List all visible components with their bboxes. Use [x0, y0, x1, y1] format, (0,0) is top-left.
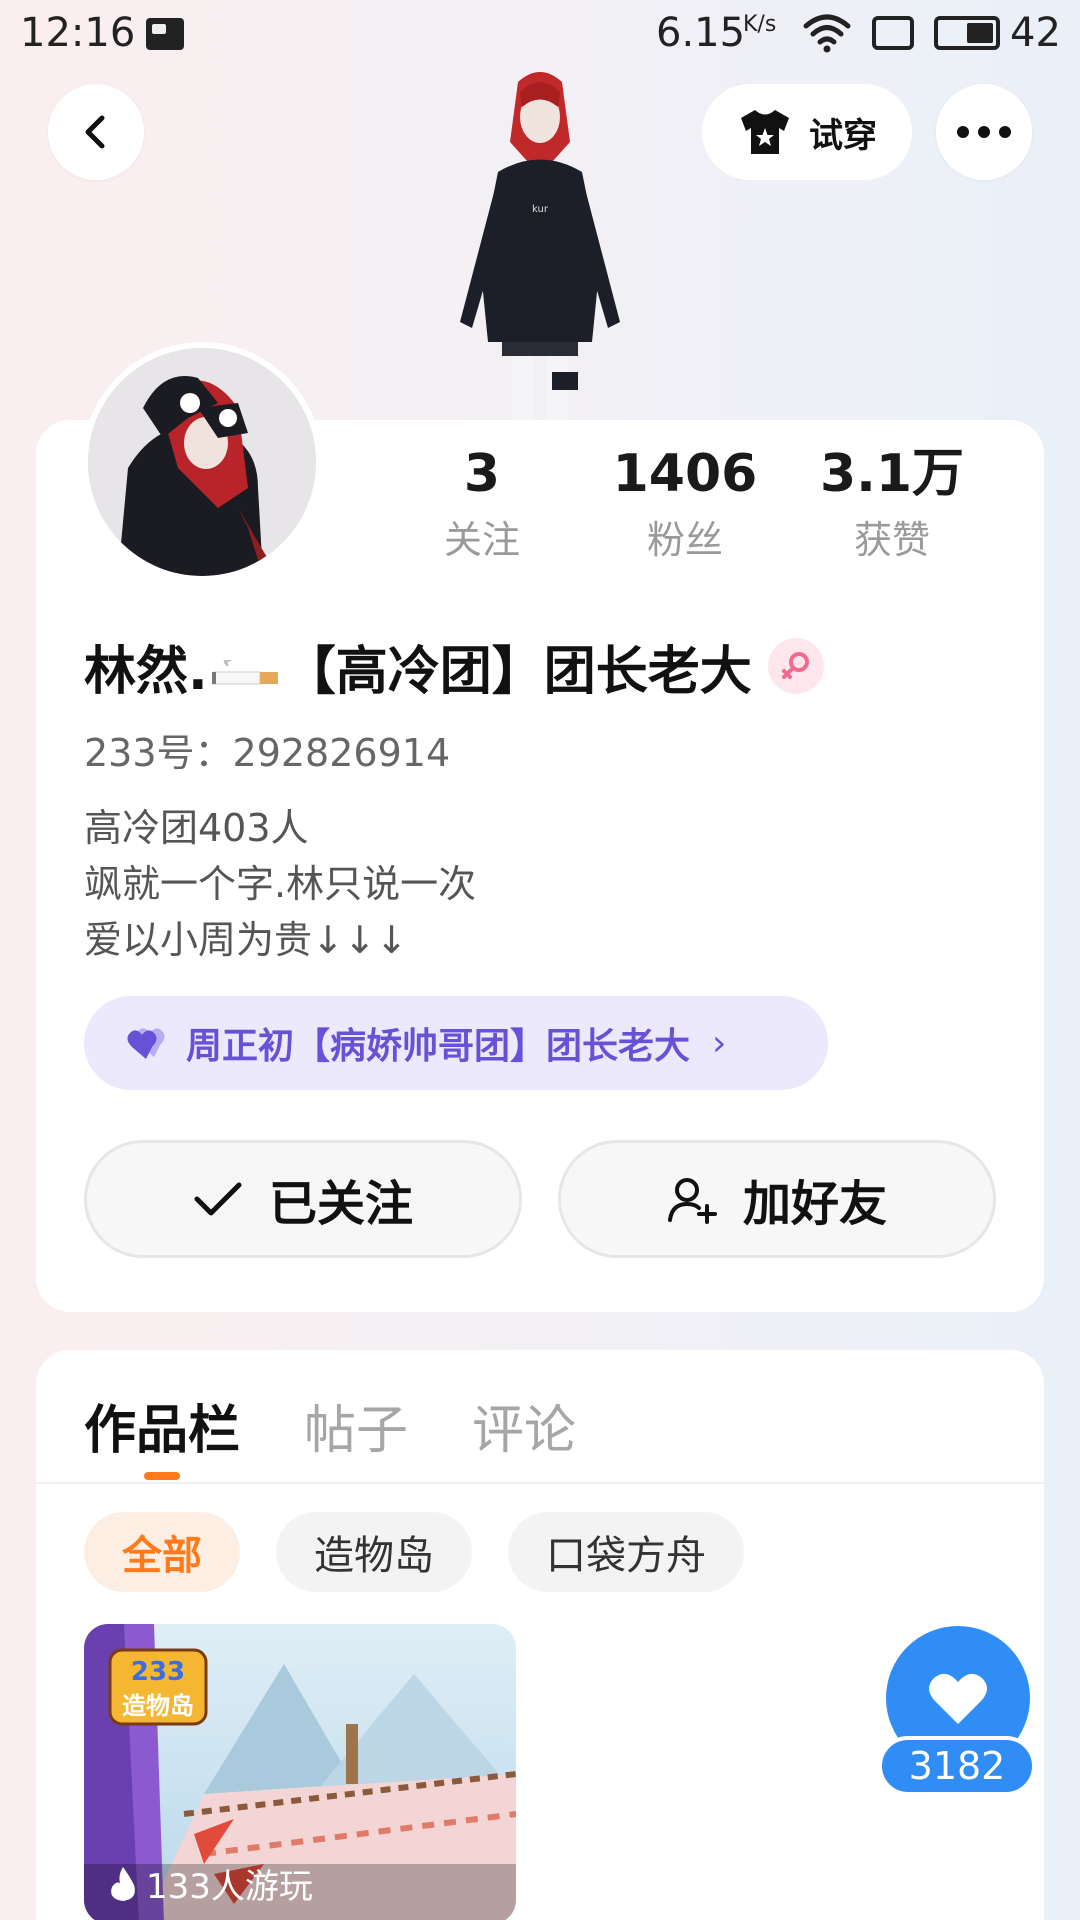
likes-count: 3.1万: [819, 444, 965, 504]
stats-row: 3 关注 1406 粉丝 3.1万 获赞: [440, 440, 1020, 580]
double-heart-icon: [127, 1028, 165, 1059]
play-count-label: 133人游玩: [146, 1867, 313, 1907]
battery-icon: [934, 16, 1000, 50]
add-friend-button[interactable]: 加好友: [558, 1140, 996, 1258]
bio-line: 爱以小周为贵↓↓↓: [84, 918, 408, 962]
following-count: 3: [463, 444, 501, 504]
followed-button[interactable]: 已关注: [84, 1140, 522, 1258]
status-bar: 12:16 6.15 K/s 42: [0, 0, 1080, 70]
relationship-tag-label: 周正初【病娇帅哥团】团长老大: [186, 1026, 691, 1067]
fans-label: 粉丝: [646, 518, 723, 562]
chevron-right-icon: ›: [712, 1022, 727, 1064]
nickname-row: 林然. 【高冷团】团长老大: [84, 630, 824, 702]
stat-likes[interactable]: 3.1万 获赞: [792, 440, 992, 566]
network-speed-unit: K/s: [743, 12, 777, 37]
try-on-button[interactable]: 试穿: [702, 84, 912, 180]
add-friend-label: 加好友: [742, 1176, 887, 1232]
back-arrow-icon: [85, 115, 105, 149]
try-on-label: 试穿: [809, 115, 877, 156]
avatar-image: [88, 348, 316, 576]
heart-icon: [929, 1673, 987, 1724]
image-notification-icon: [146, 18, 184, 50]
like-floating-button[interactable]: 3182: [878, 1626, 1038, 1796]
work-logo-title: 造物岛: [122, 1692, 194, 1720]
nickname: 林然.: [84, 641, 208, 702]
bio-line: 高冷团403人: [84, 806, 309, 850]
tab-works[interactable]: 作品栏: [84, 1388, 240, 1463]
relationship-tag[interactable]: 周正初【病娇帅哥团】团长老大 ›: [84, 996, 828, 1090]
more-button[interactable]: [936, 84, 1032, 180]
active-tab-indicator: [144, 1472, 180, 1480]
cigarette-emoji-icon: [211, 660, 278, 685]
fans-count: 1406: [612, 444, 758, 504]
work-logo-number: 233: [131, 1657, 185, 1687]
battery-level: 42: [1010, 10, 1061, 56]
screen-icon: [872, 16, 914, 50]
tab-comments[interactable]: 评论: [472, 1388, 576, 1463]
bio: 高冷团403人 飒就一个字.林只说一次 爱以小周为贵↓↓↓: [84, 800, 476, 968]
check-icon: [194, 1182, 242, 1216]
stat-fans[interactable]: 1406 粉丝: [585, 440, 785, 566]
tab-posts[interactable]: 帖子: [304, 1388, 408, 1463]
network-speed: 6.15: [656, 10, 746, 56]
wifi-icon: [803, 14, 851, 53]
like-count: 3182: [878, 1736, 1036, 1796]
fire-icon: [111, 1866, 135, 1901]
svg-text:kur: kur: [532, 204, 549, 215]
content-tabs: 作品栏 帖子 评论: [84, 1380, 576, 1470]
add-user-icon: [667, 1178, 717, 1224]
avatar-3d-figure[interactable]: kur: [440, 62, 640, 422]
work-card[interactable]: 233 造物岛 133人游玩: [84, 1624, 516, 1920]
followed-label: 已关注: [268, 1176, 413, 1232]
avatar[interactable]: [82, 342, 322, 582]
filter-all[interactable]: 全部: [84, 1512, 240, 1592]
filter-creation-island[interactable]: 造物岛: [276, 1512, 472, 1592]
following-label: 关注: [443, 518, 520, 562]
nickname-suffix: 【高冷团】团长老大: [283, 641, 752, 702]
more-icon: [957, 126, 1011, 138]
play-count: 133人游玩: [108, 1859, 313, 1908]
filter-chips: 全部 造物岛 口袋方舟: [84, 1512, 744, 1592]
shirt-icon: [741, 110, 789, 154]
back-button[interactable]: [48, 84, 144, 180]
status-time: 12:16: [20, 10, 136, 56]
female-gender-icon: [767, 638, 824, 694]
user-id: 233号：292826914: [84, 731, 451, 775]
tabs-divider: [36, 1482, 1044, 1484]
filter-pocket-ark[interactable]: 口袋方舟: [508, 1512, 744, 1592]
likes-label: 获赞: [853, 518, 930, 562]
stat-following[interactable]: 3 关注: [382, 440, 582, 566]
bio-line: 飒就一个字.林只说一次: [84, 862, 477, 906]
